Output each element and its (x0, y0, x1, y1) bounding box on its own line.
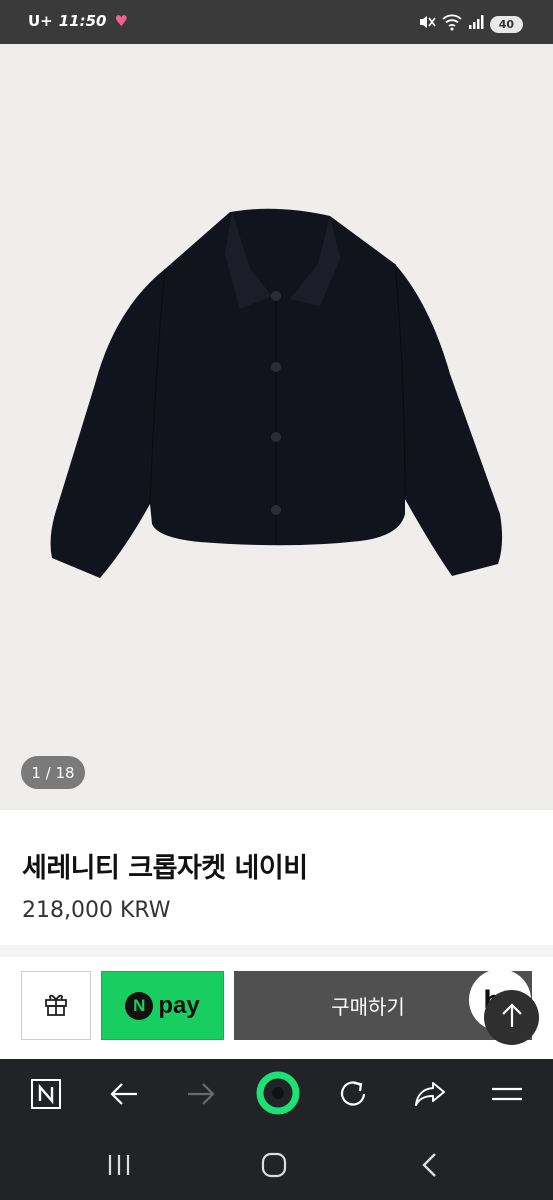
back-icon (420, 1152, 440, 1182)
gift-icon (42, 990, 70, 1022)
share-button[interactable] (410, 1076, 450, 1116)
product-title: 세레니티 크롭자켓 네이비 (22, 853, 308, 884)
gift-button[interactable] (21, 971, 91, 1040)
system-nav-bar (0, 1134, 553, 1200)
green-dot-icon (256, 1071, 300, 1119)
image-page-counter: 1 / 18 (21, 756, 85, 789)
arrow-up-icon (500, 1002, 524, 1033)
browser-toolbar (0, 1059, 553, 1134)
back-button[interactable] (104, 1076, 144, 1116)
forward-button[interactable] (181, 1076, 221, 1116)
share-icon (414, 1080, 446, 1112)
npay-label: pay (158, 991, 200, 1019)
forward-arrow-icon (186, 1082, 216, 1110)
menu-button[interactable] (487, 1076, 527, 1116)
naver-home-icon (30, 1078, 62, 1114)
wifi-icon (442, 13, 462, 35)
home-button[interactable] (257, 1150, 291, 1184)
refresh-button[interactable] (333, 1076, 373, 1116)
section-divider (0, 945, 553, 957)
heart-icon: ♥ (114, 12, 128, 30)
product-image (50, 208, 503, 579)
status-right: 40 (418, 13, 523, 35)
npay-button[interactable]: N pay (101, 971, 224, 1040)
npay-logo-icon: N (125, 991, 154, 1020)
signal-icon (468, 14, 484, 34)
mute-icon (418, 13, 436, 35)
product-price: 218,000 KRW (22, 898, 171, 923)
refresh-icon (338, 1079, 368, 1113)
recent-apps-icon (106, 1153, 132, 1181)
menu-icon (491, 1083, 523, 1109)
scroll-to-top-button[interactable] (484, 990, 539, 1045)
buy-label: 구매하기 (331, 995, 405, 1019)
naver-home-button[interactable] (26, 1076, 66, 1116)
home-icon (261, 1152, 287, 1182)
product-info: 세레니티 크롭자켓 네이비 218,000 KRW (0, 810, 553, 945)
back-arrow-icon (109, 1082, 139, 1110)
green-dot-button[interactable] (255, 1071, 301, 1119)
status-bar: U+ 11:50 ♥ 40 (0, 0, 553, 44)
status-left: U+ 11:50 ♥ (28, 12, 128, 30)
battery-indicator: 40 (489, 15, 523, 33)
system-back-button[interactable] (413, 1150, 447, 1184)
clock: 11:50 (58, 12, 107, 30)
carrier-label: U+ (28, 12, 53, 30)
recent-apps-button[interactable] (102, 1150, 136, 1184)
purchase-bar: N pay 구매하기 he (0, 957, 553, 1059)
product-image-carousel[interactable]: 1 / 18 (0, 44, 553, 810)
